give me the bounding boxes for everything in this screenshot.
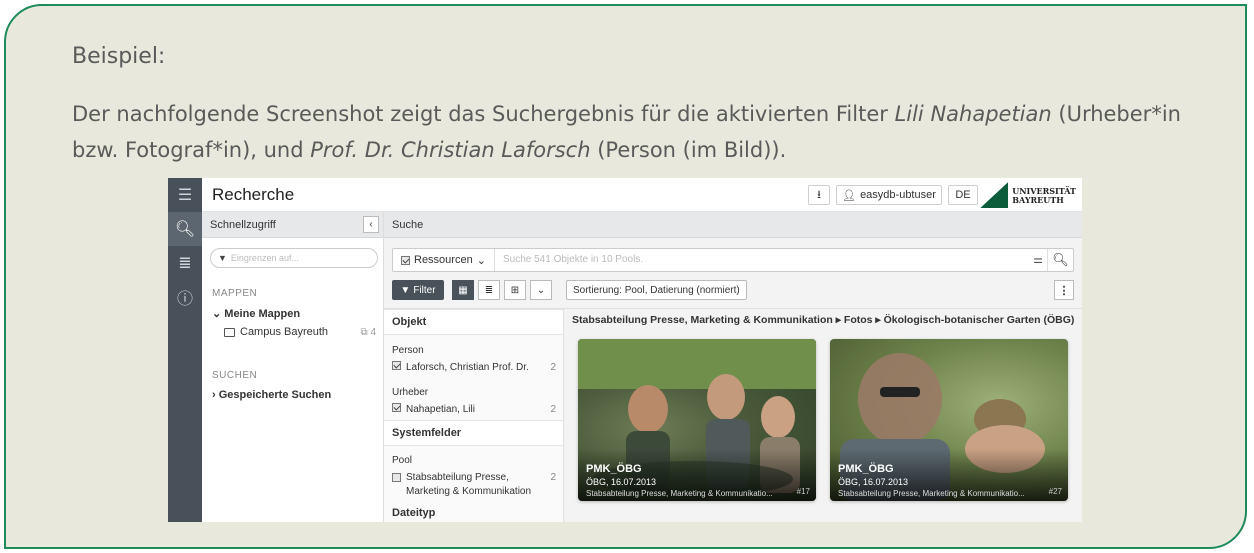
facet-group-pool: Pool xyxy=(392,455,413,466)
page-title: Recherche xyxy=(212,185,295,204)
info-icon[interactable]: ⓘ xyxy=(168,280,202,314)
search-panel: Suche Ressourcen ⌄ Suche 541 Objekte in … xyxy=(384,212,1082,522)
checkbox-icon xyxy=(392,361,401,370)
table-icon: ⊞ xyxy=(510,284,520,296)
meine-mappen-item[interactable]: ⌄ Meine Mappen xyxy=(212,307,300,320)
facet-value-person[interactable]: Laforsch, Christian Prof. Dr. 2 xyxy=(392,361,556,375)
checkbox-icon xyxy=(401,255,410,265)
download-button[interactable]: ⭳ xyxy=(808,185,830,205)
menu-icon[interactable]: ☰ xyxy=(168,178,202,212)
example-heading: Beispiel: xyxy=(72,44,166,69)
more-options-button[interactable]: ⋮ xyxy=(1054,280,1074,300)
breadcrumb[interactable]: Stabsabteilung Presse, Marketing & Kommu… xyxy=(572,314,1074,326)
folder-count: ⧉ 4 xyxy=(360,326,376,338)
facet-value-pool[interactable]: Stabsabteilung Presse, Marketing & Kommu… xyxy=(392,471,556,499)
checkbox-icon xyxy=(392,403,401,412)
chevron-down-icon: ⌄ xyxy=(212,308,222,320)
tile-caption: PMK_ÖBG ÖBG, 16.07.2013 Stabsabteilung P… xyxy=(830,449,1068,501)
settings-sliders-icon[interactable]: ⚌ xyxy=(1033,253,1043,266)
embedded-screenshot: ☰ 🔍︎ ≣ ⓘ Recherche ⭳ 👤︎ easydb-ubtuser DE… xyxy=(168,178,1082,522)
university-logo: UNIVERSITÄT BAYREUTH xyxy=(980,181,1076,209)
saved-searches-item[interactable]: › Gespeicherte Suchen xyxy=(212,389,331,401)
folder-icon xyxy=(224,327,235,337)
facet-objekt-header: Objekt xyxy=(392,316,427,328)
download-icon: ⭳ xyxy=(817,188,821,201)
tile-caption: PMK_ÖBG ÖBG, 16.07.2013 Stabsabteilung P… xyxy=(578,449,816,501)
section-suchen: SUCHEN xyxy=(212,370,258,381)
chevron-right-icon: › xyxy=(212,389,216,401)
facet-group-person: Person xyxy=(392,345,424,356)
chevron-down-icon: ⌄ xyxy=(476,254,486,267)
facet-panel: Objekt Person Laforsch, Christian Prof. … xyxy=(384,308,564,522)
user-button[interactable]: 👤︎ easydb-ubtuser xyxy=(836,185,942,205)
results-toolbar: ▼ Filter ▦ ≣ ⊞ ⌄ Sortierung: Pool, Datier… xyxy=(392,280,1074,300)
example-description: Der nachfolgende Screenshot zeigt das Su… xyxy=(72,102,1181,162)
language-button[interactable]: DE xyxy=(948,185,978,205)
grid-view-button[interactable]: ▦ xyxy=(452,280,474,300)
search-bar: Ressourcen ⌄ Suche 541 Objekte in 10 Poo… xyxy=(392,248,1074,272)
resource-dropdown[interactable]: Ressourcen ⌄ xyxy=(393,249,495,271)
search-button[interactable]: 🔍︎ xyxy=(1047,249,1073,271)
search-icon: 🔍︎ xyxy=(1052,252,1069,267)
search-header: Suche xyxy=(392,219,424,231)
results-area: Stabsabteilung Presse, Marketing & Kommu… xyxy=(564,308,1082,522)
quick-access-header: Schnellzugriff xyxy=(210,219,276,231)
filter-icon: ▼ xyxy=(400,284,411,296)
folder-campus-bayreuth[interactable]: Campus Bayreuth ⧉ 4 xyxy=(224,326,376,338)
facet-value-urheber[interactable]: Nahapetian, Lili 2 xyxy=(392,403,556,417)
facet-group-dateityp: Dateityp xyxy=(392,507,436,519)
facet-systemfelder-header: Systemfelder xyxy=(392,427,462,439)
chevron-left-icon: ‹ xyxy=(369,219,373,230)
quick-access-panel: Schnellzugriff ‹ ▼ Eingrenzen auf... MAP… xyxy=(202,212,384,522)
grid-icon: ▦ xyxy=(458,284,468,296)
search-icon[interactable]: 🔍︎ xyxy=(168,212,202,246)
chevron-down-icon: ⌄ xyxy=(536,284,546,296)
logo-mark-icon xyxy=(980,182,1009,208)
list-view-button[interactable]: ≣ xyxy=(478,280,500,300)
search-input[interactable]: Suche 541 Objekte in 10 Pools. xyxy=(503,254,643,265)
filter-icon: ▼ xyxy=(218,253,227,263)
vertical-dots-icon: ⋮ xyxy=(1058,284,1070,297)
quick-filter-input[interactable]: ▼ Eingrenzen auf... xyxy=(210,248,378,268)
list-icon[interactable]: ≣ xyxy=(168,246,202,280)
result-tile[interactable]: PMK_ÖBG ÖBG, 16.07.2013 Stabsabteilung P… xyxy=(830,339,1068,501)
left-rail: ☰ 🔍︎ ≣ ⓘ xyxy=(168,178,202,522)
checkbox-icon xyxy=(392,473,401,482)
collapse-button[interactable]: ‹ xyxy=(363,216,379,233)
view-options-dropdown[interactable]: ⌄ xyxy=(530,280,552,300)
facet-group-urheber: Urheber xyxy=(392,387,429,398)
result-tile[interactable]: PMK_ÖBG ÖBG, 16.07.2013 Stabsabteilung P… xyxy=(578,339,816,501)
list-icon: ≣ xyxy=(484,284,494,296)
table-view-button[interactable]: ⊞ xyxy=(504,280,526,300)
user-icon: 👤︎ xyxy=(842,189,857,202)
filter-button[interactable]: ▼ Filter xyxy=(392,280,444,300)
section-mappen: MAPPEN xyxy=(212,288,258,299)
sort-button[interactable]: Sortierung: Pool, Datierung (normiert) xyxy=(566,280,747,300)
top-bar: Recherche ⭳ 👤︎ easydb-ubtuser DE UNIVERSI… xyxy=(202,178,1082,212)
